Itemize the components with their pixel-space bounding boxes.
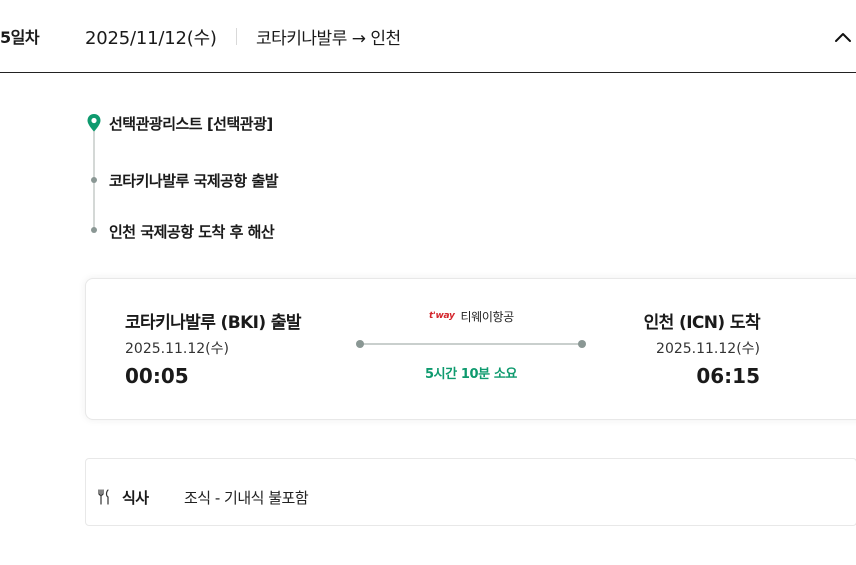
flight-route-line	[362, 343, 580, 345]
departure-city: 코타키나발루 (BKI) 출발	[125, 313, 302, 333]
airline-info: t'way 티웨이항공	[429, 308, 525, 324]
day-header[interactable]: 5일차 2025/11/12(수) 코타키나발루 → 인천	[0, 0, 856, 73]
itinerary-day-page: 5일차 2025/11/12(수) 코타키나발루 → 인천 선택관광리스트 [선…	[0, 0, 856, 565]
timeline-item: 인천 국제공항 도착 후 해산	[109, 223, 275, 241]
dot-icon	[91, 177, 97, 183]
utensils-icon	[96, 489, 112, 505]
arrival-city: 인천 (ICN) 도착	[643, 313, 761, 333]
destination-dot-icon	[578, 340, 586, 348]
departure-time: 00:05	[125, 364, 189, 388]
origin-dot-icon	[356, 340, 364, 348]
location-pin-icon	[86, 113, 102, 133]
departure-date: 2025.11.12(수)	[125, 341, 229, 357]
flight-card: 코타키나발루 (BKI) 출발 2025.11.12(수) 00:05 t'wa…	[85, 278, 856, 420]
airline-name: 티웨이항공	[460, 309, 515, 324]
arrival-time: 06:15	[696, 364, 760, 388]
arrival-date: 2025.11.12(수)	[656, 341, 760, 357]
chevron-up-icon[interactable]	[829, 22, 856, 50]
timeline-item: 선택관광리스트 [선택관광]	[109, 115, 273, 133]
dot-icon	[91, 227, 97, 233]
header-divider	[236, 28, 237, 45]
flight-duration: 5시간 10분 소요	[425, 367, 517, 382]
airline-logo: t'way	[429, 311, 455, 321]
day-number: 5일차	[0, 28, 40, 47]
timeline-item: 코타키나발루 국제공항 출발	[109, 172, 279, 190]
day-date: 2025/11/12(수)	[85, 28, 217, 49]
meal-card: 식사 조식 - 기내식 불포함	[85, 458, 856, 526]
meal-label: 식사	[122, 489, 149, 507]
day-route: 코타키나발루 → 인천	[256, 29, 401, 49]
meal-value: 조식 - 기내식 불포함	[184, 489, 309, 507]
